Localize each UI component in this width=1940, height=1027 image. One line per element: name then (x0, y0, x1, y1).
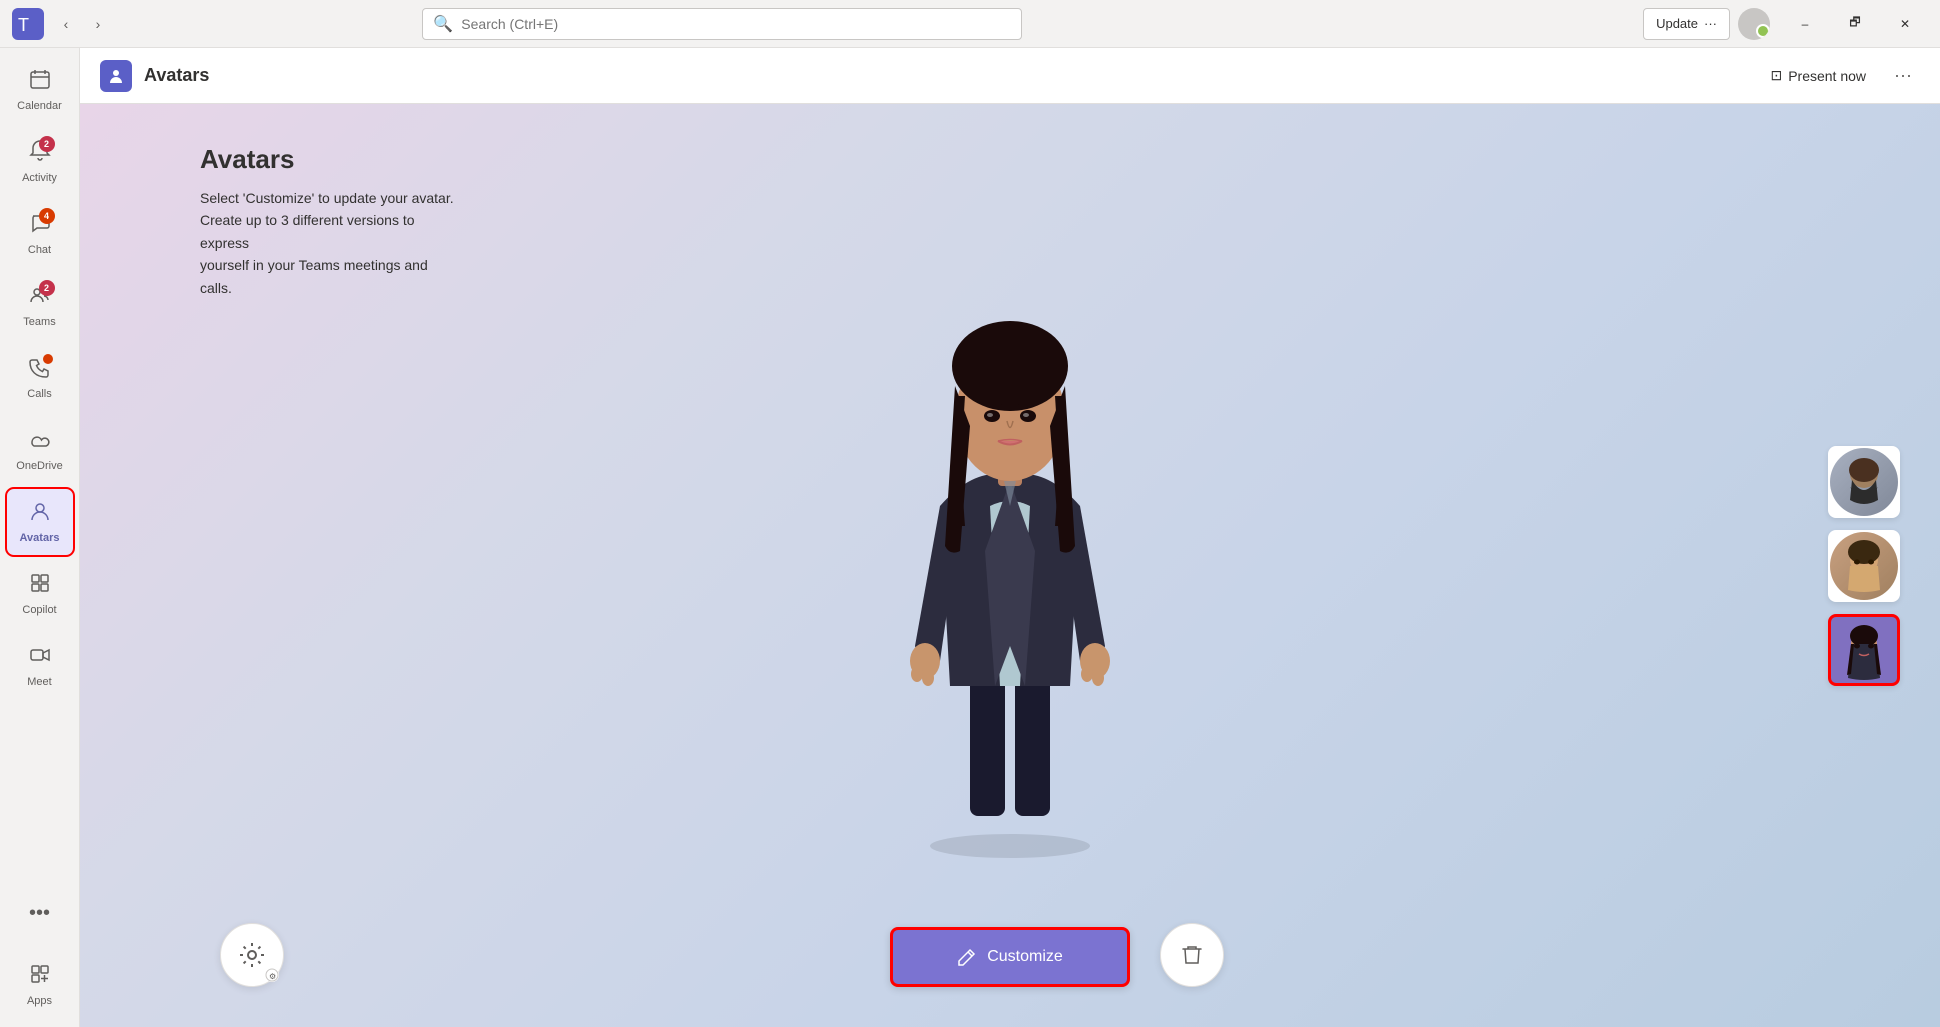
calendar-label: Calendar (17, 100, 62, 112)
window-controls: – 🗗 ✕ (1782, 8, 1928, 40)
chat-badge: 4 (39, 208, 55, 224)
copilot-icon (29, 572, 51, 600)
meet-icon (29, 644, 51, 672)
sidebar-item-chat[interactable]: 4 Chat (6, 200, 74, 268)
avatar1-preview (1830, 448, 1898, 516)
meet-label: Meet (27, 676, 51, 688)
main-area: Avatars ⊡ Present now ··· Avatars Select… (80, 48, 1940, 1027)
avatar-thumbnail-2[interactable] (1828, 530, 1900, 602)
calendar-icon (29, 68, 51, 96)
svg-text:T: T (18, 15, 29, 35)
search-bar[interactable]: 🔍 (422, 8, 1022, 40)
header-right: ⊡ Present now ··· (1762, 61, 1920, 90)
sidebar-item-meet[interactable]: Meet (6, 632, 74, 700)
present-now-button[interactable]: ⊡ Present now (1762, 63, 1874, 88)
app-icon (100, 60, 132, 92)
sidebar-item-more[interactable]: ••• (6, 879, 74, 947)
activity-badge: 2 (39, 136, 55, 152)
apps-icon (29, 963, 51, 991)
title-bar: T ‹ › 🔍 Update ··· – 🗗 ✕ (0, 0, 1940, 48)
sidebar-item-teams[interactable]: 2 Teams (6, 272, 74, 340)
present-icon: ⊡ (1770, 67, 1782, 84)
sidebar-item-apps[interactable]: Apps (6, 951, 74, 1019)
settings-button[interactable]: ⚙ (220, 923, 284, 987)
sidebar-item-calls[interactable]: Calls (6, 344, 74, 412)
avatar-thumbnails (1828, 446, 1900, 686)
minimize-button[interactable]: – (1782, 8, 1828, 40)
avatars-label: Avatars (20, 532, 60, 544)
teams-label: Teams (23, 316, 55, 328)
teams-logo-icon: T (12, 8, 44, 40)
sidebar-item-copilot[interactable]: Copilot (6, 560, 74, 628)
sidebar-item-onedrive[interactable]: OneDrive (6, 416, 74, 484)
forward-button[interactable]: › (84, 10, 112, 38)
maximize-button[interactable]: 🗗 (1832, 8, 1878, 40)
app-header: Avatars ⊡ Present now ··· (80, 48, 1940, 104)
chat-label: Chat (28, 244, 51, 256)
app-header-title: Avatars (144, 65, 209, 86)
calls-badge (43, 354, 53, 364)
calls-icon (29, 356, 51, 384)
apps-label: Apps (27, 995, 52, 1007)
avatar2-preview (1830, 532, 1898, 600)
header-more-button[interactable]: ··· (1886, 61, 1920, 90)
activity-icon: 2 (29, 140, 51, 168)
content-area: Avatars Select 'Customize' to update you… (80, 104, 1940, 1027)
avatars-icon (29, 500, 51, 528)
close-button[interactable]: ✕ (1882, 8, 1928, 40)
title-bar-left: T (12, 8, 44, 40)
avatar-thumbnail-3[interactable] (1828, 614, 1900, 686)
copilot-label: Copilot (22, 604, 56, 616)
svg-text:⚙: ⚙ (269, 972, 276, 981)
user-avatar[interactable] (1738, 8, 1770, 40)
avatar3-preview (1831, 617, 1897, 683)
search-icon: 🔍 (433, 14, 453, 34)
teams-icon: 2 (29, 284, 51, 312)
more-icon: ••• (21, 894, 58, 933)
avatar-thumbnail-1[interactable] (1828, 446, 1900, 518)
search-input[interactable] (461, 16, 1011, 32)
sidebar-item-avatars[interactable]: Avatars (6, 488, 74, 556)
calls-label: Calls (27, 388, 51, 400)
teams-badge: 2 (39, 280, 55, 296)
onedrive-icon (29, 428, 51, 456)
delete-button[interactable] (1160, 923, 1224, 987)
sidebar-item-activity[interactable]: 2 Activity (6, 128, 74, 196)
update-button[interactable]: Update ··· (1643, 8, 1730, 40)
activity-label: Activity (22, 172, 57, 184)
onedrive-label: OneDrive (16, 460, 62, 472)
main-avatar-container (80, 104, 1940, 1027)
sidebar-item-calendar[interactable]: Calendar (6, 56, 74, 124)
title-bar-right: Update ··· – 🗗 ✕ (1643, 8, 1928, 40)
update-more-icon: ··· (1704, 16, 1717, 31)
chat-icon: 4 (29, 212, 51, 240)
back-button[interactable]: ‹ (52, 10, 80, 38)
sidebar: Calendar 2 Activity 4 Chat 2 Teams Calls (0, 48, 80, 1027)
nav-arrows: ‹ › (52, 10, 112, 38)
avatar-figure (870, 266, 1150, 866)
customize-button[interactable]: Customize (890, 927, 1130, 987)
